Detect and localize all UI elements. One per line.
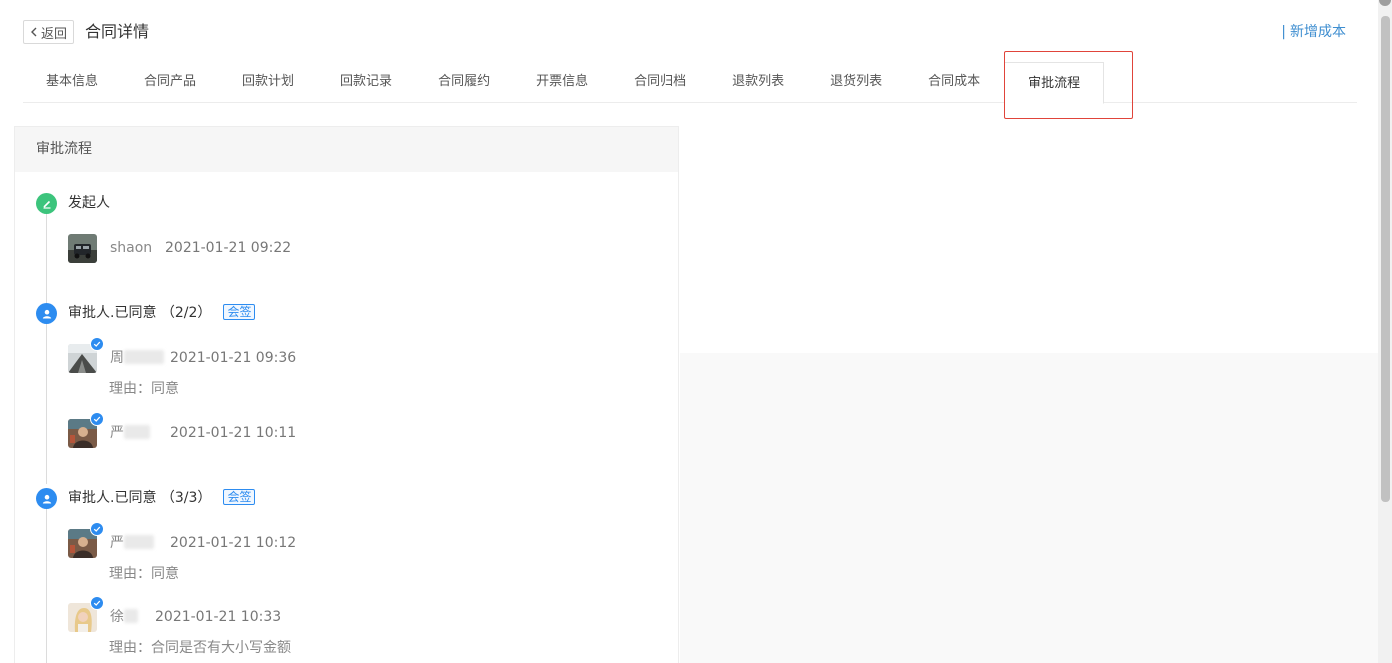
add-cost-link[interactable]: | 新增成本 (1281, 20, 1346, 44)
timeline-connector (46, 324, 47, 484)
add-cost-label: 新增成本 (1290, 24, 1346, 40)
approval-time: 2021-01-21 09:22 (165, 240, 292, 256)
approval-reason: 理由：同意 (109, 379, 179, 399)
redacted-name (124, 350, 164, 364)
chevron-left-icon (31, 27, 37, 37)
contract-detail-page: 返回 合同详情 | 新增成本 基本信息 合同产品 回款计划 回款记录 合同履约 开… (0, 0, 1392, 663)
person-name-text: 严 (110, 535, 124, 551)
approved-check-icon (90, 337, 104, 351)
panel-title: 审批流程 (15, 127, 678, 172)
step-title-text: 审批人.已同意 （3/3） (68, 490, 212, 506)
avatar (68, 596, 104, 632)
reason-label: 理由： (109, 381, 151, 397)
tab-bar: 基本信息 合同产品 回款计划 回款记录 合同履约 开票信息 合同归档 退款列表 … (23, 62, 1357, 104)
tab-payment-records[interactable]: 回款记录 (317, 62, 415, 102)
approval-reason: 理由：合同是否有大小写金额 (109, 638, 291, 658)
background-shade (680, 353, 1378, 663)
tab-approval-flow[interactable]: 审批流程 (1004, 62, 1105, 104)
approval-time: 2021-01-21 09:36 (170, 350, 297, 366)
right-empty-area (680, 126, 1378, 663)
approved-check-icon (90, 522, 104, 536)
edit-icon (36, 193, 57, 214)
scroll-thumb[interactable] (1381, 16, 1390, 502)
avatar (68, 234, 97, 263)
reason-label: 理由： (109, 640, 151, 656)
approved-check-icon (90, 412, 104, 426)
reason-text: 同意 (151, 381, 179, 397)
reason-text: 合同是否有大小写金额 (151, 640, 291, 656)
timeline-connector (46, 509, 47, 663)
reason-label: 理由： (109, 566, 151, 582)
tab-contract-fulfillment[interactable]: 合同履约 (415, 62, 513, 102)
person-name: 严 (110, 423, 150, 443)
approval-flow-panel: 审批流程 发起人 shaon 2021-01-21 09:22 审批人.已同意 … (14, 126, 679, 663)
person-name-text: 严 (110, 425, 124, 441)
link-separator: | (1281, 24, 1286, 40)
back-button-label: 返回 (41, 26, 68, 42)
approval-reason: 理由：同意 (109, 564, 179, 584)
tab-refund-list[interactable]: 退款列表 (709, 62, 807, 102)
person-name: shaon (110, 240, 153, 256)
person-name-text: 徐 (110, 609, 124, 625)
step-title: 发起人 (68, 195, 110, 211)
user-icon (36, 488, 57, 509)
step-title: 审批人.已同意 （2/2） 会签 (68, 303, 256, 323)
tab-payment-plan[interactable]: 回款计划 (219, 62, 317, 102)
person-name: 严 (110, 533, 154, 553)
person-name-text: 周 (110, 350, 124, 366)
tab-contract-products[interactable]: 合同产品 (121, 62, 219, 102)
avatar (68, 412, 104, 448)
countersign-tag: 会签 (223, 489, 256, 505)
person-name: 周 (110, 348, 164, 368)
tab-invoice-info[interactable]: 开票信息 (513, 62, 611, 102)
tab-basic-info[interactable]: 基本信息 (23, 62, 121, 102)
step-title-text: 审批人.已同意 （2/2） (68, 305, 212, 321)
page-title: 合同详情 (85, 22, 150, 41)
back-button[interactable]: 返回 (23, 20, 75, 44)
vertical-scrollbar[interactable] (1378, 0, 1392, 663)
user-icon (36, 303, 57, 324)
person-name: 徐 (110, 607, 138, 627)
step-title: 审批人.已同意 （3/3） 会签 (68, 488, 256, 508)
tab-return-list[interactable]: 退货列表 (807, 62, 905, 102)
avatar (68, 337, 104, 373)
tab-contract-cost[interactable]: 合同成本 (905, 62, 1003, 102)
approved-check-icon (90, 596, 104, 610)
redacted-name (124, 609, 138, 623)
tab-contract-archive[interactable]: 合同归档 (611, 62, 709, 102)
reason-text: 同意 (151, 566, 179, 582)
avatar (68, 522, 104, 558)
approval-time: 2021-01-21 10:11 (170, 425, 297, 441)
redacted-name (124, 535, 154, 549)
approval-time: 2021-01-21 10:33 (155, 609, 282, 625)
scroll-top-button[interactable] (1379, 0, 1391, 6)
redacted-name (124, 425, 150, 439)
countersign-tag: 会签 (223, 304, 256, 320)
approval-time: 2021-01-21 10:12 (170, 535, 297, 551)
